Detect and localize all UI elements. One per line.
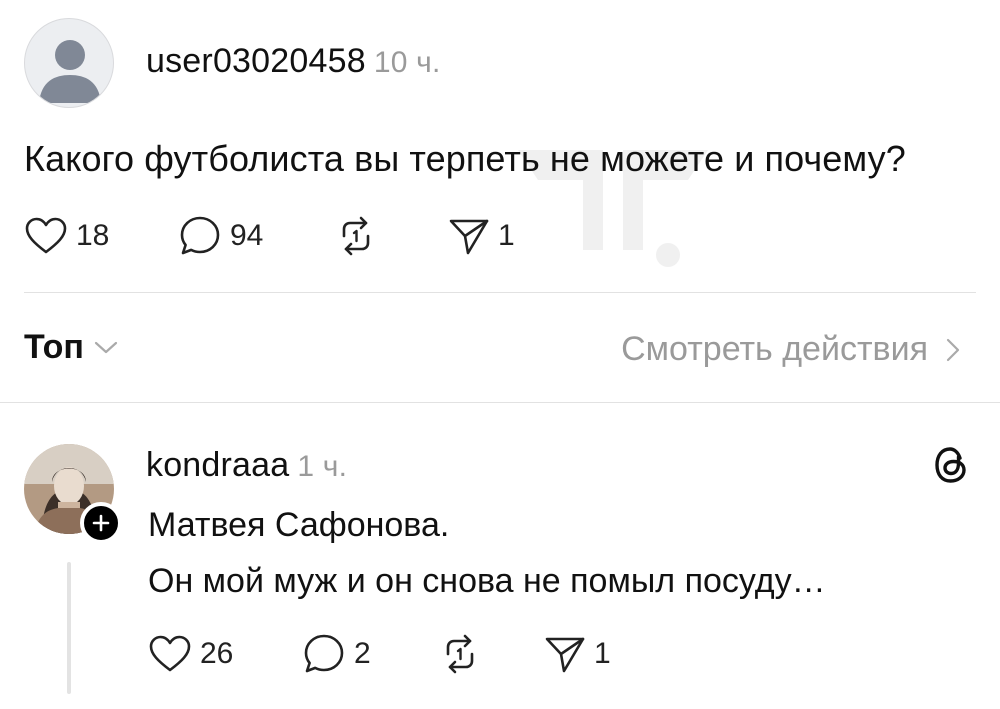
threads-post-screen: user03020458 10 ч. Какого футболиста вы т… xyxy=(0,0,1000,709)
post-time: 10 ч. xyxy=(373,46,441,79)
reply-like-count: 26 xyxy=(200,637,234,670)
view-activity-link[interactable]: Смотреть действия xyxy=(621,330,960,369)
thread-line xyxy=(67,562,71,694)
post-username[interactable]: user03020458 xyxy=(146,42,366,80)
comment-bubble-icon xyxy=(180,216,220,255)
heart-icon xyxy=(25,217,67,254)
sort-label: Топ xyxy=(24,328,84,366)
post-author-avatar[interactable] xyxy=(24,18,114,108)
heart-icon xyxy=(149,635,191,672)
reply-share-button[interactable]: 1 xyxy=(544,634,611,674)
reply-comment-button[interactable]: 2 xyxy=(302,632,371,676)
chevron-down-icon xyxy=(94,341,118,353)
plus-icon xyxy=(92,514,110,532)
view-activity-label: Смотреть действия xyxy=(621,330,928,368)
reply-author-header: kondraaa 1 ч. xyxy=(146,446,347,485)
reply-username[interactable]: kondraaa xyxy=(146,446,289,484)
chevron-right-icon xyxy=(946,338,960,361)
reply-text-line-2: Он мой муж и он снова не помыл посуду… xyxy=(148,562,826,600)
reply-share-count: 1 xyxy=(594,637,611,670)
repost-icon xyxy=(342,216,370,256)
threads-logo-icon[interactable] xyxy=(930,444,972,486)
post-comment-button[interactable]: 94 xyxy=(178,214,263,258)
reply-text-line-1: Матвея Сафонова. xyxy=(148,506,450,544)
default-avatar-icon xyxy=(39,40,101,103)
sort-dropdown[interactable]: Топ xyxy=(24,328,118,367)
post-repost-button[interactable] xyxy=(334,214,378,258)
post-like-button[interactable]: 18 xyxy=(24,216,109,256)
post-comment-count: 94 xyxy=(230,219,264,252)
reply-time: 1 ч. xyxy=(297,450,348,483)
send-icon xyxy=(449,219,489,255)
sort-divider xyxy=(0,402,1000,403)
post-divider xyxy=(24,292,976,293)
repost-icon xyxy=(446,634,474,674)
reply-comment-count: 2 xyxy=(354,637,371,670)
post-share-button[interactable]: 1 xyxy=(448,216,515,256)
reply-like-button[interactable]: 26 xyxy=(148,634,233,674)
post-text: Какого футболиста вы терпеть не можете и… xyxy=(24,138,906,179)
post-share-count: 1 xyxy=(498,219,515,252)
post-like-count: 18 xyxy=(76,219,110,252)
send-icon xyxy=(545,637,585,673)
comment-bubble-icon xyxy=(304,634,344,673)
follow-button[interactable] xyxy=(80,502,122,544)
post-author-header: user03020458 10 ч. xyxy=(146,42,441,81)
reply-repost-button[interactable] xyxy=(438,632,482,676)
